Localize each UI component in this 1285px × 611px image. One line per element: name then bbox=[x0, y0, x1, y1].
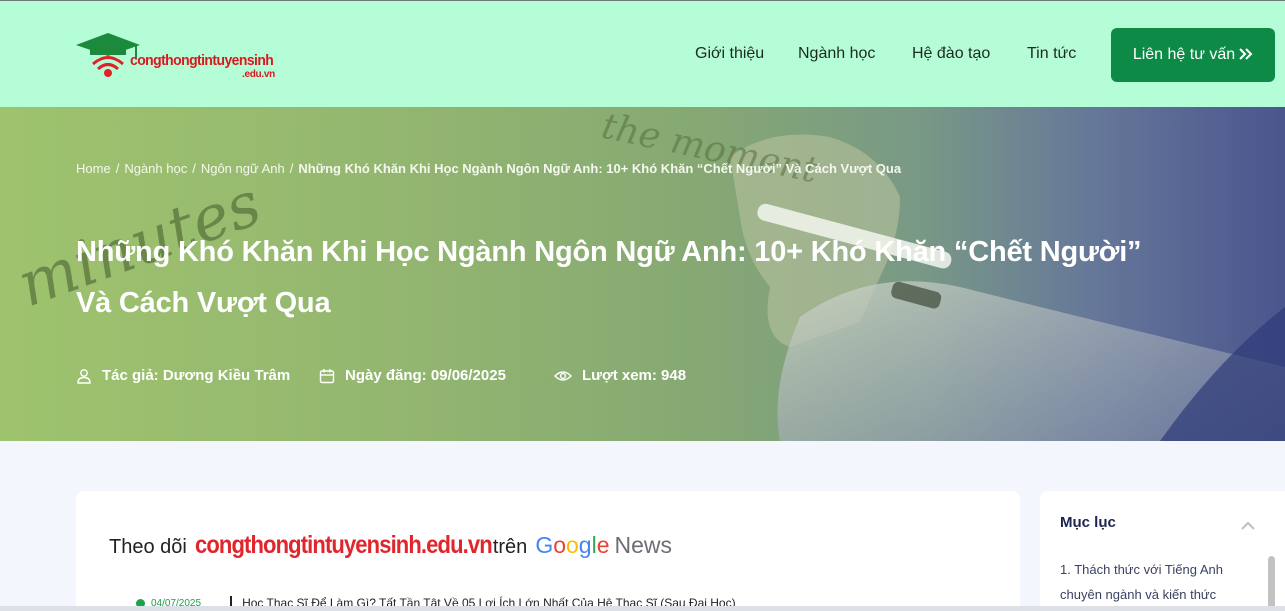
page-title-line-1: Những Khó Khăn Khi Học Ngành Ngôn Ngữ An… bbox=[76, 236, 1142, 268]
google-news-logo: Google News bbox=[535, 532, 673, 558]
nav-nganh-hoc[interactable]: Ngành học bbox=[798, 45, 875, 63]
breadcrumb-separator: / bbox=[289, 161, 294, 176]
table-of-contents: Mục lục 1. Thách thức với Tiếng Anh chuy… bbox=[1040, 491, 1285, 611]
site-logo[interactable]: congthongtintuyensinh .edu.vn bbox=[76, 31, 286, 81]
toc-title: Mục lục bbox=[1060, 514, 1116, 531]
breadcrumb: Home / Ngành học / Ngôn ngữ Anh / Những Khó Kh… bbox=[76, 161, 901, 176]
breadcrumb-separator: / bbox=[115, 161, 120, 176]
user-icon bbox=[77, 368, 91, 384]
scrollbar[interactable] bbox=[1268, 556, 1275, 611]
views-text: Lượt xem: 948 bbox=[582, 367, 687, 384]
article-content-card: Theo dõi congthongtintuyensinh.edu.vn tr… bbox=[76, 491, 1020, 611]
date-text: Ngày đăng: 09/06/2025 bbox=[345, 367, 506, 384]
site-header: congthongtintuyensinh .edu.vn Giới thiệu… bbox=[0, 0, 1285, 107]
breadcrumb-current: Những Khó Khăn Khi Học Ngành Ngôn Ngữ An… bbox=[298, 161, 902, 176]
nav-gioi-thieu[interactable]: Giới thiệu bbox=[695, 45, 764, 63]
chevron-up-icon[interactable] bbox=[1241, 517, 1255, 535]
breadcrumb-home[interactable]: Home bbox=[76, 161, 111, 176]
page-bottom-divider bbox=[0, 606, 1285, 611]
breadcrumb-separator: / bbox=[192, 161, 196, 176]
follow-prefix: Theo dõi bbox=[109, 536, 187, 558]
meta-author: Tác giả: Dương Kiều Trâm bbox=[76, 367, 290, 384]
contact-button[interactable]: Liên hệ tư vấn bbox=[1111, 28, 1275, 82]
eye-icon bbox=[554, 370, 572, 381]
breadcrumb-nganh-hoc[interactable]: Ngành học bbox=[124, 161, 187, 176]
google-news-follow-banner[interactable]: Theo dõi congthongtintuyensinh.edu.vn tr… bbox=[109, 531, 672, 560]
double-chevron-right-icon bbox=[1239, 47, 1253, 64]
page-title-line-2: Và Cách Vượt Qua bbox=[76, 287, 331, 319]
breadcrumb-ngon-ngu-anh[interactable]: Ngôn ngữ Anh bbox=[201, 161, 285, 176]
calendar-icon bbox=[319, 368, 335, 383]
toc-item[interactable]: 1. Thách thức với Tiếng Anh chuyên ngành… bbox=[1060, 557, 1250, 607]
nav-tin-tuc[interactable]: Tin tức bbox=[1027, 45, 1076, 63]
logo-domain: .edu.vn bbox=[242, 69, 275, 80]
contact-button-label: Liên hệ tư vấn bbox=[1132, 46, 1236, 63]
follow-brand: congthongtintuyensinh.edu.vn bbox=[194, 531, 493, 559]
page-title: Những Khó Khăn Khi Học Ngành Ngôn Ngữ An… bbox=[76, 227, 1226, 329]
follow-middle: trên bbox=[492, 536, 528, 558]
meta-date: Ngày đăng: 09/06/2025 bbox=[319, 367, 506, 384]
nav-he-dao-tao[interactable]: Hệ đào tạo bbox=[912, 45, 990, 63]
meta-views: Lượt xem: 948 bbox=[554, 367, 686, 384]
logo-text: congthongtintuyensinh bbox=[130, 52, 274, 69]
author-text: Tác giả: Dương Kiều Trâm bbox=[102, 367, 291, 384]
article-hero: minutes the moment Home / Ngành học / Ngôn n… bbox=[0, 107, 1285, 441]
